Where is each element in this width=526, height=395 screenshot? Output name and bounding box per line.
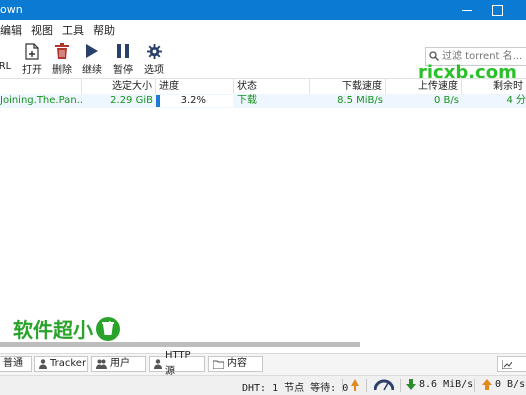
column-eta[interactable]: 剩余时 bbox=[462, 79, 526, 94]
menu-view[interactable]: 视图 bbox=[31, 22, 53, 38]
tab-peers[interactable]: 用户 bbox=[91, 356, 146, 372]
open-label: 打开 bbox=[22, 65, 42, 76]
column-down-speed[interactable]: 下载速度 bbox=[310, 79, 386, 94]
speed-limit-icon[interactable] bbox=[374, 379, 394, 391]
torrent-down-speed: 8.5 MiB/s bbox=[337, 95, 383, 106]
dht-status: DHT: 1 节点 等待: 0 bbox=[242, 383, 349, 394]
torrent-up-speed: 0 B/s bbox=[434, 95, 459, 106]
http-source-icon bbox=[154, 359, 162, 369]
torrent-size: 2.29 GiB bbox=[110, 95, 153, 106]
download-speed-text: 8.6 MiB/s bbox=[419, 379, 474, 390]
upload-speed-status[interactable]: 0 B/s bbox=[482, 379, 525, 390]
tab-general-label: 普通 bbox=[3, 358, 23, 369]
options-button[interactable]: 选项 bbox=[137, 40, 171, 76]
upload-speed-text: 0 B/s bbox=[495, 379, 526, 390]
delete-label: 删除 bbox=[52, 65, 72, 76]
horizontal-scrollbar[interactable] bbox=[0, 342, 360, 347]
menu-edit[interactable]: 编辑 bbox=[0, 22, 22, 38]
column-size[interactable]: 选定大小 bbox=[82, 79, 156, 94]
torrent-name: Joining.The.Pan... bbox=[0, 95, 82, 106]
minimize-icon bbox=[462, 9, 472, 11]
window-title: own bbox=[0, 3, 23, 16]
chart-icon bbox=[502, 359, 512, 369]
status-divider bbox=[366, 379, 367, 392]
tab-http-sources[interactable]: HTTP 源 bbox=[149, 350, 205, 377]
status-bar: DHT: 1 节点 等待: 0 8.6 MiB/s 0 B/s bbox=[0, 375, 526, 395]
torrent-status: 下载 bbox=[237, 95, 257, 106]
status-divider bbox=[474, 379, 475, 392]
menu-tools[interactable]: 工具 bbox=[62, 22, 84, 38]
speed-graph-button[interactable] bbox=[497, 356, 526, 372]
properties-tabs: 普通 Tracker 用户 HTTP 源 内容 bbox=[0, 350, 526, 377]
minimize-button[interactable] bbox=[452, 0, 482, 20]
upload-arrow-icon bbox=[482, 379, 492, 390]
download-speed-status[interactable]: 8.6 MiB/s bbox=[406, 379, 473, 390]
tracker-icon bbox=[39, 359, 47, 369]
resume-label: 继续 bbox=[82, 65, 102, 76]
menu-bar: 编辑 视图 工具 帮助 bbox=[0, 20, 526, 40]
status-divider bbox=[400, 379, 401, 392]
open-button[interactable]: 打开 bbox=[15, 40, 49, 76]
delete-icon bbox=[45, 42, 79, 60]
tab-tracker-label: Tracker bbox=[50, 358, 87, 369]
open-file-icon bbox=[15, 42, 49, 60]
column-progress[interactable]: 进度 bbox=[156, 79, 234, 94]
maximize-button[interactable] bbox=[482, 0, 512, 20]
options-label: 选项 bbox=[144, 65, 164, 76]
column-up-speed[interactable]: 上传速度 bbox=[386, 79, 462, 94]
delete-button[interactable]: 删除 bbox=[45, 40, 79, 76]
download-arrow-icon bbox=[406, 379, 416, 390]
progress-text: 3.2% bbox=[180, 95, 206, 106]
pause-label: 暂停 bbox=[113, 65, 133, 76]
table-row[interactable]: Joining.The.Pan... 2.29 GiB 3.2% 下载 8.5 … bbox=[0, 94, 526, 108]
tab-peers-label: 用户 bbox=[110, 358, 130, 369]
gear-icon bbox=[137, 42, 171, 60]
pause-button[interactable]: 暂停 bbox=[106, 40, 140, 76]
folder-icon bbox=[213, 360, 224, 369]
column-name[interactable] bbox=[0, 79, 82, 94]
tab-general[interactable]: 普通 bbox=[0, 356, 32, 372]
torrent-eta: 4 分 bbox=[506, 95, 526, 106]
tab-content-label: 内容 bbox=[227, 358, 247, 369]
resume-button[interactable]: 继续 bbox=[75, 40, 109, 76]
watermark-brand: 软件超小 bbox=[13, 314, 120, 343]
torrent-table-header: 选定大小 进度 状态 下载速度 上传速度 剩余时 bbox=[0, 78, 526, 95]
resume-icon bbox=[75, 42, 109, 60]
menu-help[interactable]: 帮助 bbox=[93, 22, 115, 38]
column-status[interactable]: 状态 bbox=[234, 79, 310, 94]
watermark-brand-text: 软件超小 bbox=[13, 318, 93, 342]
pause-icon bbox=[106, 42, 140, 60]
title-bar: own bbox=[0, 0, 526, 20]
tab-tracker[interactable]: Tracker bbox=[34, 356, 88, 372]
peers-icon bbox=[96, 359, 107, 369]
cup-icon bbox=[96, 316, 120, 341]
maximize-icon bbox=[491, 4, 503, 16]
connection-icon[interactable] bbox=[350, 379, 360, 391]
search-input[interactable] bbox=[442, 49, 526, 63]
tab-content[interactable]: 内容 bbox=[208, 356, 263, 372]
status-divider bbox=[342, 379, 343, 392]
